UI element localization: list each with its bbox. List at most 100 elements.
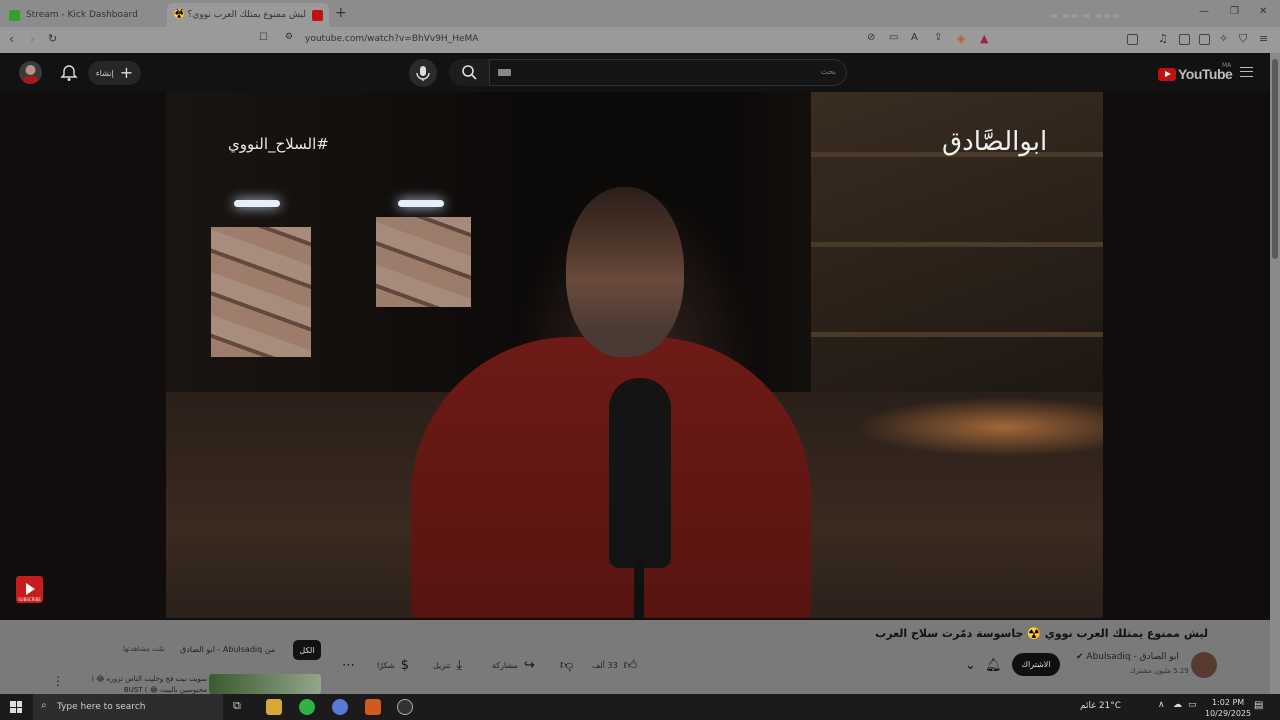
more-actions-button[interactable]: ⋯ bbox=[342, 656, 355, 674]
search-icon: ⌕ bbox=[41, 700, 47, 711]
chip-from-channel[interactable]: من Abulsadiq - ابو الصادق bbox=[180, 645, 275, 654]
video-frame[interactable]: #السلاح_النووي ابوالصَّادق bbox=[166, 92, 1103, 618]
bell-icon bbox=[60, 65, 78, 81]
microphone-stand bbox=[634, 562, 644, 618]
browser-tab-strip: Stream - Kick Dashboard ليش ممنوع يمتلك … bbox=[0, 0, 1280, 27]
taskbar-search-input[interactable]: ⌕ Type here to search bbox=[33, 694, 223, 720]
like-count: 33 ألف bbox=[592, 660, 618, 670]
share-label: مشاركة bbox=[492, 660, 518, 670]
obs-icon[interactable] bbox=[397, 699, 413, 715]
related-video-thumbnail[interactable] bbox=[209, 674, 321, 694]
chip-all[interactable]: الكل bbox=[293, 640, 321, 660]
dislike-button[interactable]: 👎︎ bbox=[560, 656, 573, 674]
eye-off-icon[interactable]: ⊘ bbox=[867, 32, 875, 43]
share-icon[interactable]: ⇪ bbox=[934, 32, 942, 43]
wallet-icon[interactable] bbox=[1199, 34, 1210, 45]
channel-avatar[interactable] bbox=[1191, 652, 1217, 678]
site-settings-icon[interactable]: ⚙ bbox=[285, 32, 293, 42]
youtube-icon bbox=[312, 9, 323, 21]
thumbs-up-icon: 👍︎ bbox=[623, 657, 638, 673]
bookmark-icon[interactable]: ☐ bbox=[259, 32, 268, 43]
video-hashtag-overlay: #السلاح_النووي bbox=[228, 135, 329, 153]
vpn-icon[interactable]: ⛉ bbox=[1239, 32, 1247, 46]
voice-search-button[interactable] bbox=[409, 59, 437, 87]
system-clock[interactable]: 1:02 PM 10/29/2025 bbox=[1205, 697, 1251, 719]
subscribe-watermark-icon[interactable]: SUBSCRIBE bbox=[16, 576, 43, 603]
brave-shield-icon[interactable]: ◈ bbox=[957, 32, 965, 45]
share-arrow-icon: ↪ bbox=[523, 657, 535, 673]
download-icon: ⤓ bbox=[456, 657, 463, 673]
task-view-icon[interactable]: ⧉ bbox=[233, 699, 249, 715]
background-watermark: ▬ ▬▬ ▬ ▬▬▬ bbox=[1050, 11, 1121, 20]
search-input[interactable]: بحث bbox=[489, 59, 847, 86]
forward-icon[interactable]: › bbox=[30, 32, 35, 46]
ai-icon[interactable]: ✧ bbox=[1219, 32, 1228, 45]
chip-watched[interactable]: تمّت مشاهدتها bbox=[123, 645, 165, 653]
whatsapp-icon[interactable] bbox=[299, 699, 315, 715]
screen-icon[interactable]: ▭ bbox=[889, 32, 898, 43]
tray-chevron-icon[interactable]: ∧ bbox=[1158, 700, 1165, 710]
channel-name[interactable]: ابو الصادق - Abulsadiq ✔ bbox=[1076, 652, 1179, 662]
studio-microphone bbox=[609, 378, 671, 568]
keyboard-icon[interactable] bbox=[498, 69, 511, 76]
related-video-title[interactable]: سويت بيت فخ وخليت الناس تزوره 😂 ( محبوسي… bbox=[72, 674, 207, 694]
scrollbar-thumb[interactable] bbox=[1272, 59, 1278, 259]
taskbar-search-placeholder: Type here to search bbox=[57, 702, 146, 712]
music-icon[interactable]: ♫ bbox=[1158, 32, 1168, 45]
close-window-icon[interactable]: ✕ bbox=[1259, 6, 1267, 17]
minimize-icon[interactable]: — bbox=[1199, 6, 1209, 17]
search-button[interactable] bbox=[449, 59, 489, 86]
cloud-icon[interactable]: ☁ bbox=[1173, 700, 1182, 710]
subscribe-button[interactable]: الاشتراك bbox=[1012, 653, 1060, 676]
shelf-board bbox=[811, 332, 1103, 337]
super-thanks-icon: $ bbox=[400, 657, 410, 673]
chevron-down-icon[interactable]: ⌄ bbox=[965, 656, 976, 674]
page-scrollbar[interactable] bbox=[1270, 53, 1280, 694]
channel-name-text: ابو الصادق - Abulsadiq bbox=[1086, 652, 1179, 662]
search-placeholder: بحث bbox=[820, 67, 836, 76]
thanks-button[interactable]: $ شكرًا bbox=[377, 656, 409, 674]
download-label: تنزيل bbox=[433, 660, 451, 670]
wall-light bbox=[234, 200, 280, 207]
tab-kick-dashboard[interactable]: Stream - Kick Dashboard bbox=[0, 3, 165, 27]
network-icon[interactable]: ▭ bbox=[1188, 700, 1197, 710]
clock-date: 10/29/2025 bbox=[1205, 709, 1252, 718]
brave-browser-icon[interactable] bbox=[365, 699, 381, 715]
extension-icon[interactable] bbox=[1127, 34, 1138, 45]
menu-icon[interactable]: ≡ bbox=[1259, 32, 1268, 45]
create-button[interactable]: إنشاء + bbox=[88, 61, 141, 85]
close-icon[interactable]: ✕ bbox=[175, 6, 184, 19]
video-player[interactable]: #السلاح_النووي ابوالصَّادق bbox=[0, 92, 1270, 620]
translate-icon[interactable]: A bbox=[911, 32, 918, 43]
reload-icon[interactable]: ↻ bbox=[48, 32, 57, 45]
notifications-button[interactable] bbox=[60, 64, 78, 86]
download-button[interactable]: ⤓ تنزيل bbox=[433, 656, 462, 674]
file-explorer-icon[interactable] bbox=[266, 699, 282, 715]
notification-bell-button[interactable]: 🔔︎ bbox=[985, 656, 1002, 674]
chevron-glyph: ⌄ bbox=[965, 657, 976, 673]
thanks-label: شكرًا bbox=[377, 660, 395, 670]
sidebar-icon[interactable] bbox=[1179, 34, 1190, 45]
share-button[interactable]: ↪ مشاركة bbox=[492, 656, 535, 674]
url-field[interactable]: youtube.com/watch?v=BhVv9H_HeMA bbox=[305, 34, 478, 44]
tab-title: Stream - Kick Dashboard bbox=[26, 10, 138, 20]
back-icon[interactable]: ‹ bbox=[9, 32, 14, 46]
notification-center-icon[interactable]: ▤ bbox=[1254, 700, 1263, 711]
hamburger-icon[interactable] bbox=[1240, 67, 1253, 77]
rewards-icon[interactable]: ▲ bbox=[980, 32, 988, 45]
like-button[interactable]: 👍︎ 33 ألف bbox=[592, 656, 637, 674]
more-vertical-icon[interactable]: ⋮ bbox=[52, 674, 64, 688]
maximize-icon[interactable]: ❐ bbox=[1230, 6, 1239, 17]
discord-icon[interactable] bbox=[332, 699, 348, 715]
bell-icon: 🔔︎ bbox=[985, 657, 1002, 673]
avatar-image bbox=[23, 65, 38, 84]
account-avatar[interactable] bbox=[19, 61, 42, 84]
weather-widget[interactable]: 21°C غائم bbox=[1080, 701, 1121, 711]
windows-start-icon[interactable] bbox=[10, 701, 22, 713]
microphone-icon bbox=[416, 66, 430, 81]
screen: Stream - Kick Dashboard ليش ممنوع يمتلك … bbox=[0, 0, 1280, 720]
tab-youtube-video[interactable]: ليش ممنوع يمتلك العرب نووي؟ ☢️ ✕ bbox=[167, 3, 329, 27]
kick-icon bbox=[9, 9, 20, 21]
new-tab-icon[interactable]: + bbox=[335, 5, 347, 21]
search-icon bbox=[462, 65, 477, 80]
